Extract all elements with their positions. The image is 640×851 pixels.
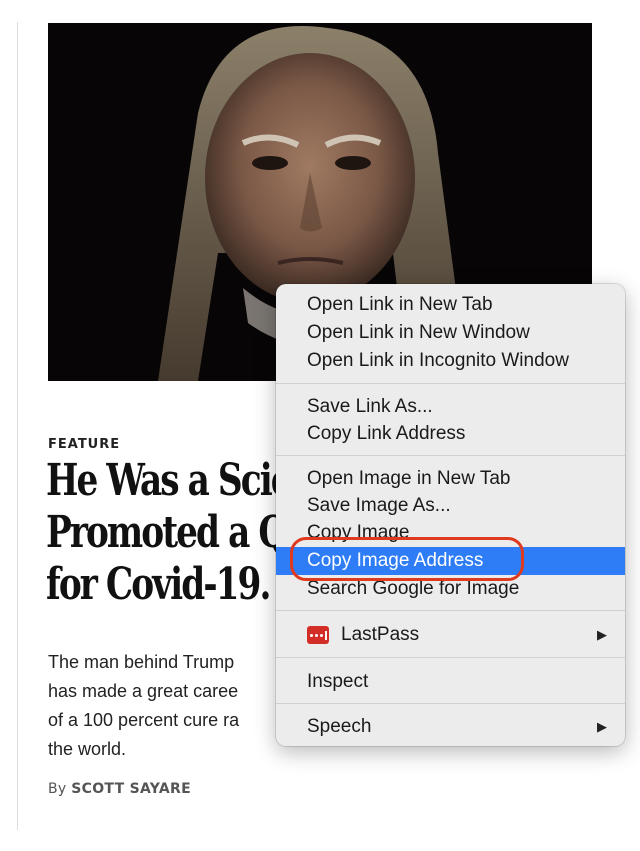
byline-author[interactable]: SCOTT SAYARE bbox=[71, 781, 191, 797]
submenu-arrow-icon: ▶ bbox=[597, 719, 607, 734]
menu-item-save-link-as[interactable]: Save Link As... bbox=[276, 393, 625, 421]
menu-item-speech[interactable]: Speech ▶ bbox=[276, 713, 625, 741]
context-menu: Open Link in New Tab Open Link in New Wi… bbox=[276, 284, 625, 746]
menu-separator bbox=[276, 657, 625, 658]
article-summary: The man behind Trump has made a great ca… bbox=[48, 648, 288, 764]
summary-line: The man behind Trump bbox=[48, 652, 235, 672]
menu-separator bbox=[276, 610, 625, 611]
menu-item-open-image-new-tab[interactable]: Open Image in New Tab bbox=[276, 465, 625, 493]
menu-item-open-link-new-tab[interactable]: Open Link in New Tab bbox=[276, 291, 625, 319]
article-byline: By SCOTT SAYARE bbox=[48, 781, 191, 797]
article-headline[interactable]: He Was a Scie Promoted a Q for Covid-19. bbox=[46, 455, 293, 611]
headline-line: for Covid-19. bbox=[46, 559, 271, 610]
highlight-annotation-circle bbox=[290, 537, 524, 581]
submenu-arrow-icon: ▶ bbox=[597, 627, 607, 642]
menu-separator bbox=[276, 703, 625, 704]
left-divider bbox=[17, 22, 18, 830]
lastpass-icon bbox=[307, 626, 329, 644]
menu-item-label: LastPass bbox=[341, 624, 420, 645]
menu-item-save-image-as[interactable]: Save Image As... bbox=[276, 492, 625, 520]
summary-line: has made a great caree bbox=[48, 681, 239, 701]
summary-line: of a 100 percent cure ra bbox=[48, 710, 240, 730]
article-kicker: FEATURE bbox=[48, 437, 121, 452]
headline-line: Promoted a Q bbox=[46, 507, 288, 558]
menu-separator bbox=[276, 383, 625, 384]
headline-line: He Was a Scie bbox=[46, 455, 293, 506]
menu-separator bbox=[276, 455, 625, 456]
menu-item-lastpass[interactable]: LastPass ▶ bbox=[276, 621, 625, 649]
menu-item-open-link-incognito[interactable]: Open Link in Incognito Window bbox=[276, 347, 625, 375]
menu-item-open-link-new-window[interactable]: Open Link in New Window bbox=[276, 319, 625, 347]
byline-prefix: By bbox=[48, 781, 67, 797]
menu-item-inspect[interactable]: Inspect bbox=[276, 668, 625, 696]
menu-item-label: Speech bbox=[307, 716, 372, 737]
summary-line: the world. bbox=[48, 739, 127, 759]
menu-item-copy-link-address[interactable]: Copy Link Address bbox=[276, 420, 625, 448]
